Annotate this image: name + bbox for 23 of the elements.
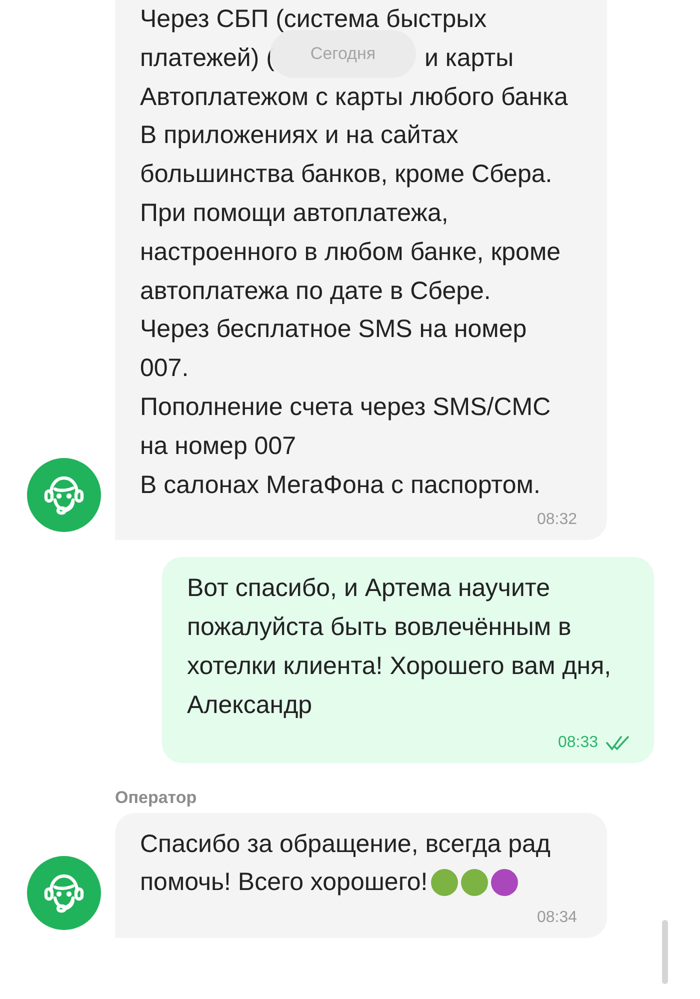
message-text: В салонах МегаФона с паспортом. [140, 470, 540, 501]
message-text: помочь! Всего хорошего! [140, 867, 428, 898]
sender-name: Оператор [115, 786, 198, 809]
message-text: Спасибо за обращение, всегда рад [140, 828, 550, 860]
message-text: Вот спасибо, и Артема научите [187, 573, 550, 604]
message-text: на номер 007 [140, 430, 296, 462]
message-text: пожалуйста быть вовлечённым в [187, 612, 572, 644]
message-text: хотелки клиента! Хорошего вам дня, [187, 650, 612, 682]
message-text: большинства банков, кроме Сбера. [140, 159, 552, 190]
message-text: настроенного в любом банке, кроме [140, 236, 561, 268]
message-text: Автоплатежом с карты любого банка [140, 82, 568, 113]
message-text: В приложениях и на сайтах [140, 120, 458, 152]
message-text: При помощи автоплатежа, [140, 198, 448, 229]
message-text: 007. [140, 353, 189, 384]
message-time: 08:32 [536, 510, 577, 530]
message-text: и карты [424, 42, 514, 74]
message-text: Через бесплатное SMS на номер [140, 314, 527, 346]
message-time: 08:34 [536, 908, 577, 928]
message-text: Александр [187, 690, 312, 721]
message-time: 08:33 [558, 732, 598, 753]
message-text: Пополнение счета через SMS/CMC [140, 392, 551, 423]
message-text: автоплатежа по дате в Сбере. [140, 276, 491, 307]
scrollbar[interactable] [662, 920, 668, 984]
